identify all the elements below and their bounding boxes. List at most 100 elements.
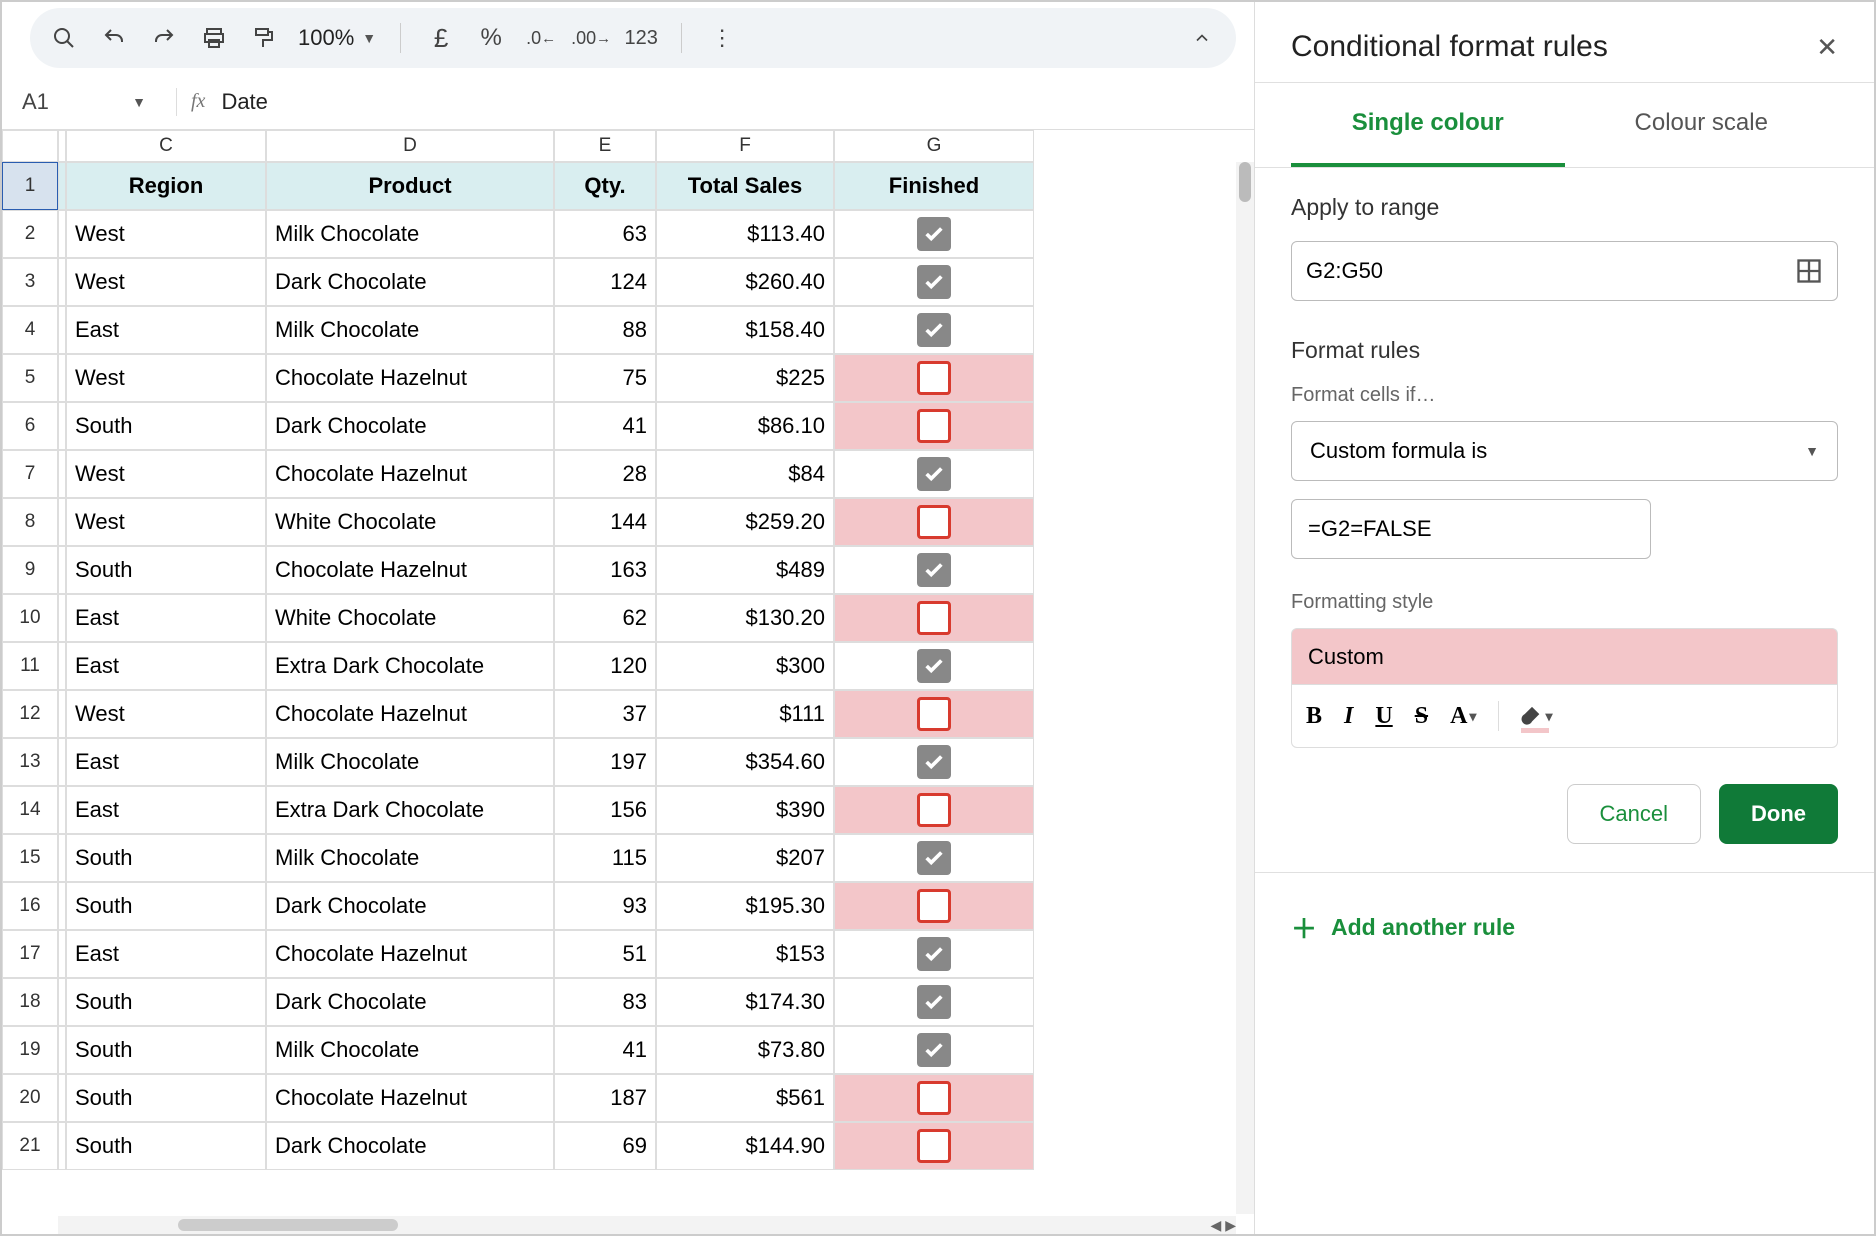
done-button[interactable]: Done <box>1719 784 1838 844</box>
cell-product[interactable]: Chocolate Hazelnut <box>266 354 554 402</box>
cell-region[interactable]: South <box>66 834 266 882</box>
cell-region[interactable]: South <box>66 1122 266 1170</box>
cell-qty[interactable]: 41 <box>554 1026 656 1074</box>
cell-qty[interactable]: 187 <box>554 1074 656 1122</box>
checkbox-checked-icon[interactable] <box>917 457 951 491</box>
select-range-icon[interactable] <box>1795 257 1823 285</box>
cell-region[interactable]: West <box>66 498 266 546</box>
cell-region[interactable]: West <box>66 210 266 258</box>
row-header[interactable]: 16 <box>2 882 58 930</box>
row-header[interactable]: 15 <box>2 834 58 882</box>
row-header[interactable]: 7 <box>2 450 58 498</box>
cell-finished[interactable] <box>834 1122 1034 1170</box>
row-header[interactable]: 12 <box>2 690 58 738</box>
style-preview[interactable]: Custom <box>1291 628 1838 684</box>
cell-qty[interactable]: 63 <box>554 210 656 258</box>
currency-icon[interactable]: £ <box>425 22 457 54</box>
cell-qty[interactable]: 197 <box>554 738 656 786</box>
cell-product[interactable]: Chocolate Hazelnut <box>266 1074 554 1122</box>
cell-total[interactable]: $195.30 <box>656 882 834 930</box>
cell-qty[interactable]: 41 <box>554 402 656 450</box>
cell-qty[interactable]: 62 <box>554 594 656 642</box>
column-header[interactable]: E <box>554 130 656 162</box>
cell-total[interactable]: $225 <box>656 354 834 402</box>
cell-total[interactable]: $260.40 <box>656 258 834 306</box>
cell-region[interactable]: South <box>66 1026 266 1074</box>
cell-finished[interactable] <box>834 306 1034 354</box>
cell-region[interactable]: South <box>66 978 266 1026</box>
bold-icon[interactable]: B <box>1306 703 1322 730</box>
column-title[interactable]: Region <box>66 162 266 210</box>
sheet-tab-arrows[interactable]: ◀▶ <box>1210 1216 1236 1234</box>
row-header[interactable]: 13 <box>2 738 58 786</box>
cell-product[interactable]: Extra Dark Chocolate <box>266 786 554 834</box>
row-header[interactable]: 8 <box>2 498 58 546</box>
cell-finished[interactable] <box>834 354 1034 402</box>
cell-product[interactable]: Milk Chocolate <box>266 1026 554 1074</box>
cell-product[interactable]: Chocolate Hazelnut <box>266 546 554 594</box>
cell-total[interactable]: $153 <box>656 930 834 978</box>
more-formats-icon[interactable]: 123 <box>625 22 657 54</box>
cell-qty[interactable]: 88 <box>554 306 656 354</box>
cell-finished[interactable] <box>834 498 1034 546</box>
row-header[interactable]: 4 <box>2 306 58 354</box>
cell-total[interactable]: $158.40 <box>656 306 834 354</box>
cell-total[interactable]: $561 <box>656 1074 834 1122</box>
add-another-rule-button[interactable]: ＋ Add another rule <box>1291 901 1838 954</box>
checkbox-checked-icon[interactable] <box>917 745 951 779</box>
checkbox-unchecked-icon[interactable] <box>917 409 951 443</box>
cell-total[interactable]: $207 <box>656 834 834 882</box>
redo-icon[interactable] <box>148 22 180 54</box>
cell-region[interactable]: West <box>66 690 266 738</box>
cell-total[interactable]: $111 <box>656 690 834 738</box>
range-input[interactable] <box>1291 241 1838 301</box>
cell-qty[interactable]: 69 <box>554 1122 656 1170</box>
name-box[interactable]: A1▼ <box>22 89 162 115</box>
cell-product[interactable]: Dark Chocolate <box>266 258 554 306</box>
cell-region[interactable]: West <box>66 450 266 498</box>
cell-product[interactable]: White Chocolate <box>266 498 554 546</box>
checkbox-unchecked-icon[interactable] <box>917 601 951 635</box>
cell-region[interactable]: South <box>66 546 266 594</box>
cell-finished[interactable] <box>834 642 1034 690</box>
cell-region[interactable]: West <box>66 258 266 306</box>
column-title[interactable]: Finished <box>834 162 1034 210</box>
cell-product[interactable]: Milk Chocolate <box>266 306 554 354</box>
checkbox-checked-icon[interactable] <box>917 217 951 251</box>
more-icon[interactable]: ⋮ <box>706 22 738 54</box>
cell-region[interactable]: East <box>66 738 266 786</box>
cell-qty[interactable]: 120 <box>554 642 656 690</box>
zoom-dropdown[interactable]: 100%▼ <box>298 25 376 51</box>
italic-icon[interactable]: I <box>1344 703 1353 730</box>
cell-qty[interactable]: 115 <box>554 834 656 882</box>
cell-finished[interactable] <box>834 930 1034 978</box>
decrease-decimal-icon[interactable]: .0← <box>525 22 557 54</box>
cell-total[interactable]: $390 <box>656 786 834 834</box>
cell-qty[interactable]: 144 <box>554 498 656 546</box>
cell-product[interactable]: Dark Chocolate <box>266 1122 554 1170</box>
checkbox-unchecked-icon[interactable] <box>917 505 951 539</box>
cell-finished[interactable] <box>834 546 1034 594</box>
cell-finished[interactable] <box>834 690 1034 738</box>
row-header[interactable]: 18 <box>2 978 58 1026</box>
vertical-scrollbar[interactable] <box>1236 162 1254 1214</box>
cell-region[interactable]: South <box>66 882 266 930</box>
formula-bar[interactable]: Date <box>221 89 267 115</box>
cell-qty[interactable]: 156 <box>554 786 656 834</box>
checkbox-checked-icon[interactable] <box>917 553 951 587</box>
search-icon[interactable] <box>48 22 80 54</box>
row-header[interactable]: 1 <box>2 162 58 210</box>
cell-total[interactable]: $489 <box>656 546 834 594</box>
range-field[interactable] <box>1306 258 1795 284</box>
cell-finished[interactable] <box>834 402 1034 450</box>
cell-finished[interactable] <box>834 258 1034 306</box>
underline-icon[interactable]: U <box>1375 703 1392 730</box>
checkbox-checked-icon[interactable] <box>917 841 951 875</box>
cell-product[interactable]: Dark Chocolate <box>266 978 554 1026</box>
cell-total[interactable]: $174.30 <box>656 978 834 1026</box>
cell-qty[interactable]: 28 <box>554 450 656 498</box>
checkbox-unchecked-icon[interactable] <box>917 793 951 827</box>
row-header[interactable]: 9 <box>2 546 58 594</box>
row-header[interactable]: 19 <box>2 1026 58 1074</box>
cell-product[interactable]: Chocolate Hazelnut <box>266 450 554 498</box>
